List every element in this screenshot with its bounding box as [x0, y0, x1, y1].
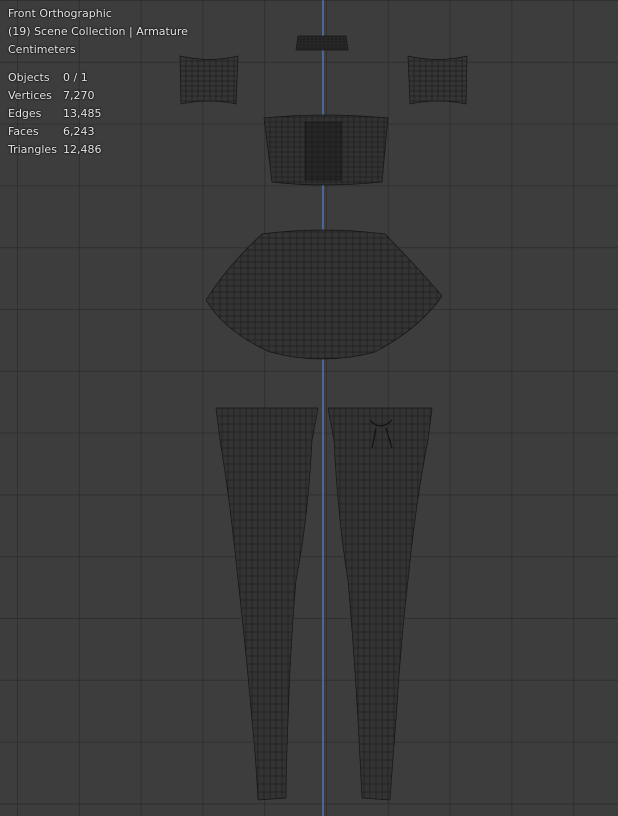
mesh-skirt: [205, 229, 443, 360]
stat-row-triangles: Triangles 12,486: [8, 143, 102, 156]
mesh-top: [263, 114, 389, 186]
stat-row-edges: Edges 13,485: [8, 107, 102, 120]
stat-row-vertices: Vertices 7,270: [8, 89, 95, 102]
collection-line: (19) Scene Collection | Armature: [8, 25, 188, 38]
viewport-overlay: Front Orthographic (19) Scene Collection…: [8, 5, 188, 159]
units-label: Centimeters: [8, 43, 76, 56]
mesh-armband-right: [407, 55, 468, 105]
view-name: Front Orthographic: [8, 7, 112, 20]
statistics-panel: Objects 0 / 1 Vertices 7,270 Edges 13,48…: [8, 69, 188, 159]
mesh-armband-left: [179, 55, 239, 105]
mesh-stocking-right: [327, 407, 433, 801]
stat-row-faces: Faces 6,243: [8, 125, 95, 138]
mesh-stocking-left: [215, 407, 319, 801]
3d-viewport[interactable]: Front Orthographic (19) Scene Collection…: [0, 0, 618, 816]
stat-row-objects: Objects 0 / 1: [8, 71, 88, 84]
